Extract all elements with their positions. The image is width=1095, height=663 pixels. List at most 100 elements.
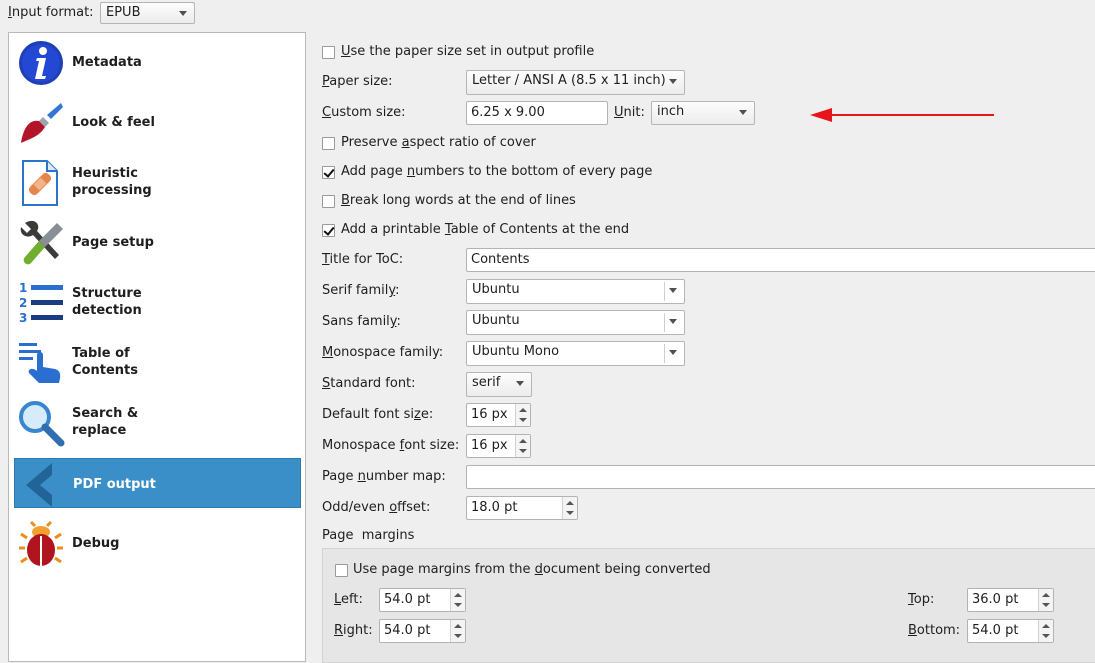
mono-family-label: Monospace family:: [322, 345, 444, 360]
margin-left-value: 54.0 pt: [384, 592, 431, 607]
margin-left-spinbox[interactable]: 54.0 pt: [379, 588, 466, 612]
mono-font-size-spinbox[interactable]: 16 px: [466, 434, 531, 458]
numbered-list-icon: 1 2 3: [19, 281, 63, 325]
sidebar-item-label: Heuristic processing: [72, 166, 152, 198]
sidebar-item-label: Debug: [72, 535, 120, 551]
custom-size-input[interactable]: 6.25 x 9.00: [466, 101, 608, 125]
paper-size-label: Paper size:: [322, 74, 393, 89]
wrench-screwdriver-icon: [20, 220, 63, 265]
page-number-map-label: Page number map:: [322, 469, 446, 484]
page-number-map-input[interactable]: [466, 465, 1095, 489]
sidebar-item-search-replace[interactable]: Search & replace: [14, 397, 301, 447]
page-numbers-checkbox[interactable]: [322, 166, 335, 179]
spin-buttons[interactable]: [515, 435, 530, 457]
svg-text:1: 1: [19, 281, 27, 295]
mono-family-value: Ubuntu Mono: [472, 344, 560, 359]
chevron-down-icon: [669, 79, 677, 84]
margin-bottom-label: Bottom:: [908, 623, 961, 638]
unit-value: inch: [657, 104, 685, 119]
mono-font-size-label: Monospace font size:: [322, 438, 460, 453]
spin-buttons[interactable]: [450, 620, 465, 642]
unit-select[interactable]: inch: [651, 101, 755, 125]
info-icon: [19, 41, 63, 85]
sidebar-item-label: PDF output: [73, 476, 156, 492]
sidebar-item-label: Look & feel: [72, 114, 155, 130]
sidebar-item-metadata[interactable]: Metadata: [14, 37, 301, 87]
standard-font-label: Standard font:: [322, 376, 416, 391]
spin-buttons[interactable]: [1038, 589, 1053, 611]
paper-size-select[interactable]: Letter / ANSI A (8.5 x 11 inch): [466, 70, 685, 95]
use-paper-size-checkbox[interactable]: [322, 46, 335, 59]
sidebar-item-label: Search & replace: [72, 406, 139, 438]
svg-text:3: 3: [19, 311, 27, 325]
bug-icon: [19, 520, 63, 566]
red-arrow-left-icon: [810, 108, 994, 122]
printable-toc-checkbox[interactable]: [322, 224, 335, 237]
sans-family-value: Ubuntu: [472, 313, 520, 328]
sidebar-item-debug[interactable]: Debug: [14, 518, 301, 568]
chevron-down-icon: [179, 11, 187, 16]
svg-text:2: 2: [19, 296, 27, 310]
spin-buttons[interactable]: [515, 404, 530, 426]
odd-even-offset-spinbox[interactable]: 18.0 pt: [466, 496, 578, 520]
input-format-label: Input format:: [8, 5, 94, 20]
paper-size-value: Letter / ANSI A (8.5 x 11 inch): [472, 73, 666, 88]
odd-even-offset-value: 18.0 pt: [471, 500, 518, 515]
default-font-size-spinbox[interactable]: 16 px: [466, 403, 531, 427]
margin-right-label: Right:: [334, 623, 373, 638]
serif-family-value: Ubuntu: [472, 282, 520, 297]
sidebar-item-page-setup[interactable]: Page setup: [14, 217, 301, 267]
margin-right-value: 54.0 pt: [384, 623, 431, 638]
break-words-checkbox[interactable]: [322, 195, 335, 208]
sidebar-item-look-and-feel[interactable]: Look & feel: [14, 97, 301, 147]
serif-family-label: Serif family:: [322, 283, 400, 298]
preserve-aspect-checkbox[interactable]: [322, 137, 335, 150]
mono-family-select[interactable]: Ubuntu Mono: [466, 341, 685, 366]
sidebar-item-structure-detection[interactable]: 1 2 3 Structure detection: [14, 277, 301, 327]
standard-font-select[interactable]: serif: [466, 372, 532, 397]
spin-buttons[interactable]: [562, 497, 577, 519]
sidebar: Metadata Look & feel Heuristic processin…: [8, 32, 306, 662]
sidebar-item-label: Structure detection: [72, 286, 142, 318]
margins-from-doc-label: Use page margins from the document being…: [353, 562, 711, 577]
magnifier-icon: [19, 401, 65, 447]
sidebar-item-label: Metadata: [72, 54, 142, 70]
margin-bottom-value: 54.0 pt: [972, 623, 1019, 638]
unit-label: Unit:: [614, 105, 645, 120]
toc-title-input[interactable]: Contents: [466, 248, 1095, 272]
toc-hand-icon: [19, 343, 61, 383]
default-font-size-label: Default font size:: [322, 407, 434, 422]
standard-font-value: serif: [472, 375, 501, 390]
odd-even-offset-label: Odd/even offset:: [322, 500, 431, 515]
margin-top-label: Top:: [908, 592, 935, 607]
sans-family-select[interactable]: Ubuntu: [466, 310, 685, 335]
sidebar-item-label: Table of Contents: [72, 346, 138, 378]
spin-buttons[interactable]: [450, 589, 465, 611]
sidebar-item-table-of-contents[interactable]: Table of Contents: [14, 337, 301, 387]
serif-family-select[interactable]: Ubuntu: [466, 279, 685, 304]
chevron-down-icon: [669, 288, 677, 293]
margin-left-label: Left:: [334, 592, 363, 607]
margin-bottom-spinbox[interactable]: 54.0 pt: [967, 619, 1054, 643]
margin-right-spinbox[interactable]: 54.0 pt: [379, 619, 466, 643]
preserve-aspect-label: Preserve aspect ratio of cover: [341, 135, 536, 150]
sans-family-label: Sans family:: [322, 314, 401, 329]
page-margins-title: Page margins: [322, 528, 415, 543]
chevron-down-icon: [739, 110, 747, 115]
bandaid-document-icon: [22, 160, 58, 206]
default-font-size-value: 16 px: [471, 407, 508, 422]
margins-from-doc-checkbox[interactable]: [335, 564, 348, 577]
custom-size-label: Custom size:: [322, 105, 406, 120]
break-words-label: Break long words at the end of lines: [341, 193, 576, 208]
input-format-select[interactable]: EPUB: [100, 2, 195, 24]
margin-top-spinbox[interactable]: 36.0 pt: [967, 588, 1054, 612]
spin-buttons[interactable]: [1038, 620, 1053, 642]
page-numbers-label: Add page numbers to the bottom of every …: [341, 164, 653, 179]
chevron-down-icon: [669, 350, 677, 355]
sidebar-item-pdf-output[interactable]: PDF output: [14, 458, 301, 508]
chevron-down-icon: [516, 381, 524, 386]
chevron-down-icon: [669, 319, 677, 324]
sidebar-item-heuristic-processing[interactable]: Heuristic processing: [14, 157, 301, 207]
margin-top-value: 36.0 pt: [972, 592, 1019, 607]
input-format-value: EPUB: [106, 5, 141, 20]
